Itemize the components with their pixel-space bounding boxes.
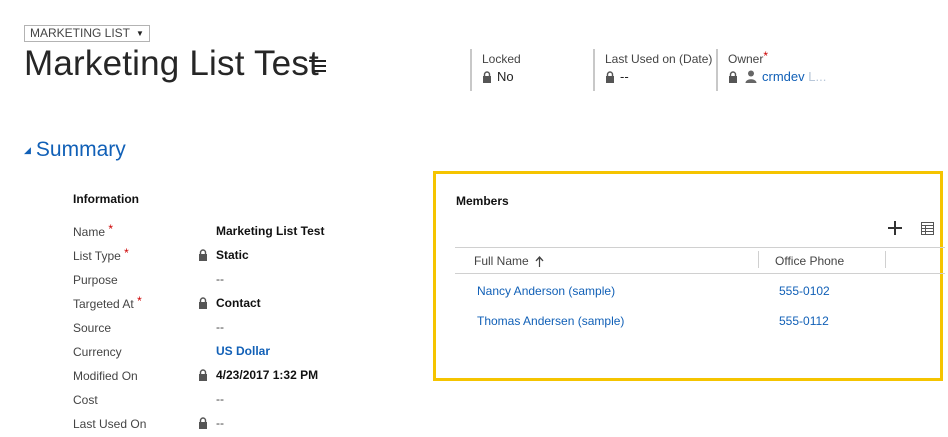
arrow-up-icon	[535, 255, 544, 267]
field-value[interactable]: --	[216, 272, 224, 286]
field-row: List Type * Static	[73, 246, 373, 266]
owner-link[interactable]: crmdev L...	[762, 69, 826, 84]
field-label: Purpose	[73, 273, 118, 287]
collapse-triangle-icon: ◢	[24, 144, 31, 155]
record-title: Marketing List Test	[24, 44, 319, 83]
field-label: Currency	[73, 345, 122, 359]
column-divider	[885, 251, 886, 268]
member-office-phone[interactable]: 555-0112	[779, 314, 829, 328]
field-lock	[198, 369, 208, 384]
field-value[interactable]: --	[216, 320, 224, 334]
header-separator	[470, 49, 472, 91]
user-icon	[745, 70, 757, 83]
record-menu-icon[interactable]	[309, 59, 326, 73]
field-label-text: Name	[73, 225, 106, 239]
field-value[interactable]: US Dollar	[216, 344, 270, 358]
column-header-full-name[interactable]: Full Name	[474, 254, 544, 268]
field-value[interactable]: --	[216, 392, 224, 406]
header-field-owner: Owner* crmdev L...	[728, 49, 826, 84]
header-field-label: Last Used on (Date)	[605, 52, 713, 66]
field-label-text: Cost	[73, 393, 98, 407]
entity-type-label: MARKETING LIST	[30, 26, 131, 40]
field-label: Last Used On	[73, 417, 146, 431]
field-label-text: Purpose	[73, 273, 118, 287]
field-row: Last Used On --	[73, 414, 373, 434]
field-label: Cost	[73, 393, 98, 407]
field-value[interactable]: Marketing List Test	[216, 224, 324, 238]
field-label-text: Targeted At	[73, 297, 134, 311]
field-lock	[198, 417, 208, 432]
field-value[interactable]: --	[216, 416, 224, 430]
field-label: Targeted At *	[73, 294, 142, 311]
field-label-text: List Type	[73, 249, 121, 263]
add-member-icon[interactable]	[888, 221, 902, 235]
column-header-label: Office Phone	[775, 254, 845, 268]
table-row[interactable]: Nancy Anderson (sample) 555-0102	[455, 280, 935, 302]
owner-name: crmdev	[762, 69, 805, 84]
field-row: Modified On 4/23/2017 1:32 PM	[73, 366, 373, 386]
column-header-office-phone[interactable]: Office Phone	[775, 254, 844, 268]
lock-icon	[199, 369, 207, 381]
required-asterisk: *	[108, 222, 114, 236]
lock-icon	[199, 297, 207, 309]
field-label-text: Currency	[73, 345, 122, 359]
required-asterisk: *	[124, 246, 129, 260]
lock-icon	[606, 70, 614, 83]
field-row: Purpose --	[73, 270, 373, 290]
required-asterisk: *	[763, 49, 769, 63]
grid-header-row: Full Name Office Phone	[455, 247, 945, 274]
field-label-text: Source	[73, 321, 112, 335]
header-field-label: Owner	[728, 52, 764, 66]
field-label: Name *	[73, 222, 114, 239]
field-label-text: Modified On	[73, 369, 138, 383]
lock-icon	[729, 70, 737, 83]
members-title: Members	[456, 194, 509, 208]
member-office-phone[interactable]: 555-0102	[779, 284, 830, 298]
caret-down-icon: ▼	[136, 29, 144, 38]
header-field-last-used: Last Used on (Date) --	[605, 52, 712, 84]
header-field-locked: Locked No	[482, 52, 521, 84]
summary-section-toggle[interactable]: ◢ Summary	[24, 138, 126, 162]
field-lock	[198, 249, 208, 264]
header-separator	[716, 49, 718, 91]
field-value[interactable]: Static	[216, 248, 249, 262]
header-field-label: Locked	[482, 52, 521, 66]
member-full-name-link[interactable]: Nancy Anderson (sample)	[477, 284, 615, 298]
column-header-label: Full Name	[474, 254, 529, 268]
lock-icon	[199, 417, 207, 429]
field-label-text: Last Used On	[73, 417, 147, 431]
owner-name-faded: L...	[808, 69, 827, 84]
field-label: Source	[73, 321, 111, 335]
field-row: Targeted At * Contact	[73, 294, 373, 314]
grid-view-icon[interactable]	[921, 222, 934, 235]
required-asterisk: *	[137, 294, 142, 308]
entity-type-dropdown[interactable]: MARKETING LIST ▼	[24, 25, 150, 42]
information-title: Information	[73, 192, 139, 206]
field-label: Modified On	[73, 369, 138, 383]
field-row: Source --	[73, 318, 373, 338]
lock-icon	[483, 70, 491, 83]
header-separator	[593, 49, 595, 91]
summary-section-title: Summary	[35, 138, 126, 161]
field-label: List Type *	[73, 246, 129, 263]
field-row: Cost --	[73, 390, 373, 410]
table-row[interactable]: Thomas Andersen (sample) 555-0112	[455, 310, 935, 332]
field-row: Name * Marketing List Test	[73, 222, 373, 242]
member-full-name-link[interactable]: Thomas Andersen (sample)	[477, 314, 624, 328]
field-row: Currency US Dollar	[73, 342, 373, 362]
field-lock	[198, 297, 208, 312]
lock-icon	[199, 249, 207, 261]
header-field-value: --	[620, 69, 629, 84]
members-subgrid: Members Full Name Office Phone Nancy And…	[433, 171, 945, 381]
field-value[interactable]: Contact	[216, 296, 261, 310]
field-value[interactable]: 4/23/2017 1:32 PM	[216, 368, 318, 382]
header-field-value: No	[497, 69, 514, 84]
column-divider	[758, 251, 759, 268]
